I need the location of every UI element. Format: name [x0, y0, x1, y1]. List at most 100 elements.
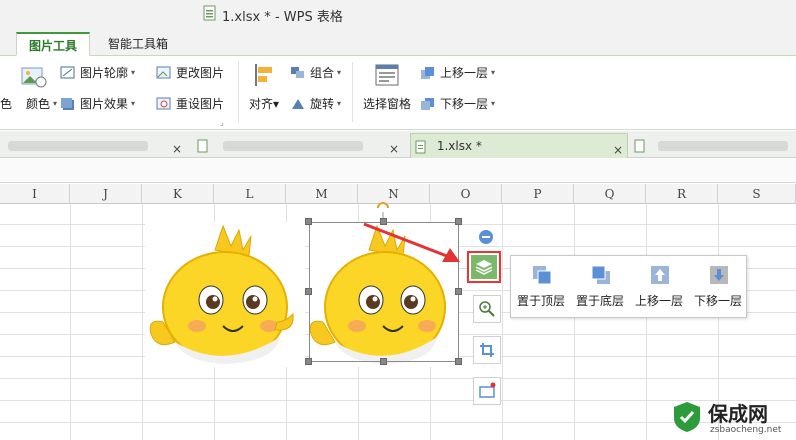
color-button[interactable]: 色 颜色 ▾ — [0, 93, 57, 115]
selection-pane-button[interactable]: 选择窗格 — [360, 62, 414, 112]
align-label: 对齐 — [248, 97, 273, 111]
shield-icon — [674, 402, 700, 432]
layer-button-face — [471, 255, 497, 279]
rotate-icon — [292, 99, 304, 109]
blurred-tab-name — [222, 140, 363, 151]
column-header[interactable]: O — [430, 184, 502, 204]
bring-forward-button[interactable]: 上移一层 ▾ — [420, 62, 495, 84]
ribbon-tab-bar: 图片工具 智能工具箱 — [0, 28, 796, 56]
change-picture-icon — [156, 66, 171, 79]
spreadsheet-file-icon — [415, 140, 426, 153]
crop-icon — [480, 343, 494, 357]
spreadsheet-file-icon — [203, 5, 216, 21]
watermark-logo: 保成网 zsbaocheng.net — [670, 398, 796, 440]
reset-picture-button[interactable]: 重设图片 — [156, 93, 224, 115]
picture-more-button[interactable] — [473, 377, 501, 405]
column-header[interactable]: Q — [574, 184, 646, 204]
send-backward-item[interactable]: 下移一层 — [689, 256, 747, 318]
document-tab-active[interactable]: 1.xlsx * × — [410, 133, 628, 158]
document-tab-bar: × × 1.xlsx * × — [0, 131, 796, 158]
ribbon-toolbar: 色 颜色 ▾ 图片轮廓 ▾ 图片效果 ▾ 更改图片 重设图片 ⌟ 对齐▾ 组合 ▾ 旋转… — [0, 56, 796, 130]
dropdown-arrow-icon: ▾ — [131, 68, 136, 77]
dropdown-arrow-icon: ▾ — [491, 99, 496, 108]
column-header[interactable]: S — [718, 184, 796, 204]
column-header[interactable]: I — [0, 184, 70, 204]
column-header[interactable]: R — [646, 184, 718, 204]
grid-line — [574, 204, 575, 440]
collapse-button[interactable] — [472, 223, 500, 251]
layer-order-button[interactable] — [467, 251, 501, 283]
close-tab-icon[interactable]: × — [172, 137, 182, 161]
bring-forward-icon — [651, 266, 669, 284]
resize-handle[interactable] — [455, 358, 462, 365]
change-picture-button[interactable]: 更改图片 — [156, 62, 224, 84]
resize-handle[interactable] — [455, 288, 462, 295]
insert-picture-icon[interactable] — [20, 64, 48, 90]
send-to-back-item[interactable]: 置于底层 — [571, 256, 629, 318]
picture-outline-label: 图片轮廓 — [80, 66, 129, 80]
active-file-name: 1.xlsx * — [436, 139, 482, 153]
outline-icon — [60, 66, 75, 79]
group-icon — [291, 67, 304, 78]
bring-to-front-item[interactable]: 置于顶层 — [512, 256, 570, 318]
grid-line — [142, 204, 143, 440]
layer-order-popup: 置于顶层 置于底层 上移一层 下移一层 — [510, 255, 747, 318]
document-tab-blurred[interactable] — [632, 133, 796, 158]
column-header[interactable]: M — [286, 184, 358, 204]
send-backward-icon — [710, 266, 728, 284]
group-label: 组合 — [310, 66, 335, 80]
rotate-button[interactable]: 旋转 ▾ — [290, 93, 341, 115]
dialog-launcher-icon[interactable]: ⌟ — [220, 118, 224, 127]
fish-picture-left[interactable] — [145, 222, 305, 367]
picture-frame-icon — [479, 382, 496, 398]
resize-handle[interactable] — [305, 358, 312, 365]
watermark-url: zsbaocheng.net — [710, 425, 782, 435]
grid-line — [0, 378, 796, 379]
bring-forward-label: 上移一层 — [634, 294, 683, 308]
watermark-name: 保成网 — [708, 402, 768, 426]
ribbon-separator — [238, 62, 239, 122]
blurred-tab-name — [657, 140, 788, 151]
tab-smart-toolbox[interactable]: 智能工具箱 — [96, 32, 180, 56]
grid-line — [70, 204, 71, 440]
column-header[interactable]: N — [358, 184, 430, 204]
picture-effect-button[interactable]: 图片效果 ▾ — [60, 93, 135, 115]
zoom-picture-button[interactable] — [473, 295, 501, 323]
send-backward-label: 下移一层 — [440, 97, 489, 111]
bring-forward-item[interactable]: 上移一层 — [630, 256, 688, 318]
resize-handle[interactable] — [305, 218, 312, 225]
change-picture-label: 更改图片 — [176, 66, 225, 80]
crop-picture-button[interactable] — [473, 336, 501, 364]
title-bar: 1.xlsx * - WPS 表格 — [0, 0, 796, 28]
selection-pane-label: 选择窗格 — [362, 97, 411, 111]
bring-to-front-icon — [533, 266, 552, 285]
color-label: 颜色 — [26, 97, 51, 111]
resize-handle[interactable] — [380, 358, 387, 365]
resize-handle[interactable] — [305, 288, 312, 295]
picture-outline-button[interactable]: 图片轮廓 ▾ — [60, 62, 135, 84]
send-backward-label: 下移一层 — [693, 294, 742, 308]
ribbon-separator — [352, 62, 353, 122]
column-header[interactable]: L — [214, 184, 286, 204]
send-to-back-icon — [591, 265, 610, 284]
send-backward-button[interactable]: 下移一层 ▾ — [420, 93, 495, 115]
spreadsheet-file-icon — [197, 139, 208, 152]
dropdown-arrow-icon: ▾ — [131, 99, 136, 108]
zoom-in-icon — [479, 301, 495, 317]
document-tab-blurred[interactable]: × — [195, 133, 409, 158]
column-header[interactable]: P — [502, 184, 574, 204]
rotate-label: 旋转 — [310, 97, 335, 111]
column-header[interactable]: J — [70, 184, 142, 204]
formula-bar[interactable] — [0, 159, 796, 183]
tab-picture-tools[interactable]: 图片工具 — [16, 32, 91, 56]
document-tab-blurred[interactable]: × — [4, 133, 194, 158]
group-button[interactable]: 组合 ▾ — [290, 62, 341, 84]
grid-line — [646, 204, 647, 440]
close-tab-icon[interactable]: × — [389, 137, 399, 161]
send-to-back-label: 置于底层 — [575, 294, 624, 308]
column-header[interactable]: K — [142, 184, 214, 204]
align-button[interactable]: 对齐▾ — [246, 62, 282, 112]
selection-pane-icon — [375, 64, 399, 86]
bring-forward-icon — [421, 67, 434, 79]
bring-to-front-label: 置于顶层 — [516, 294, 565, 308]
